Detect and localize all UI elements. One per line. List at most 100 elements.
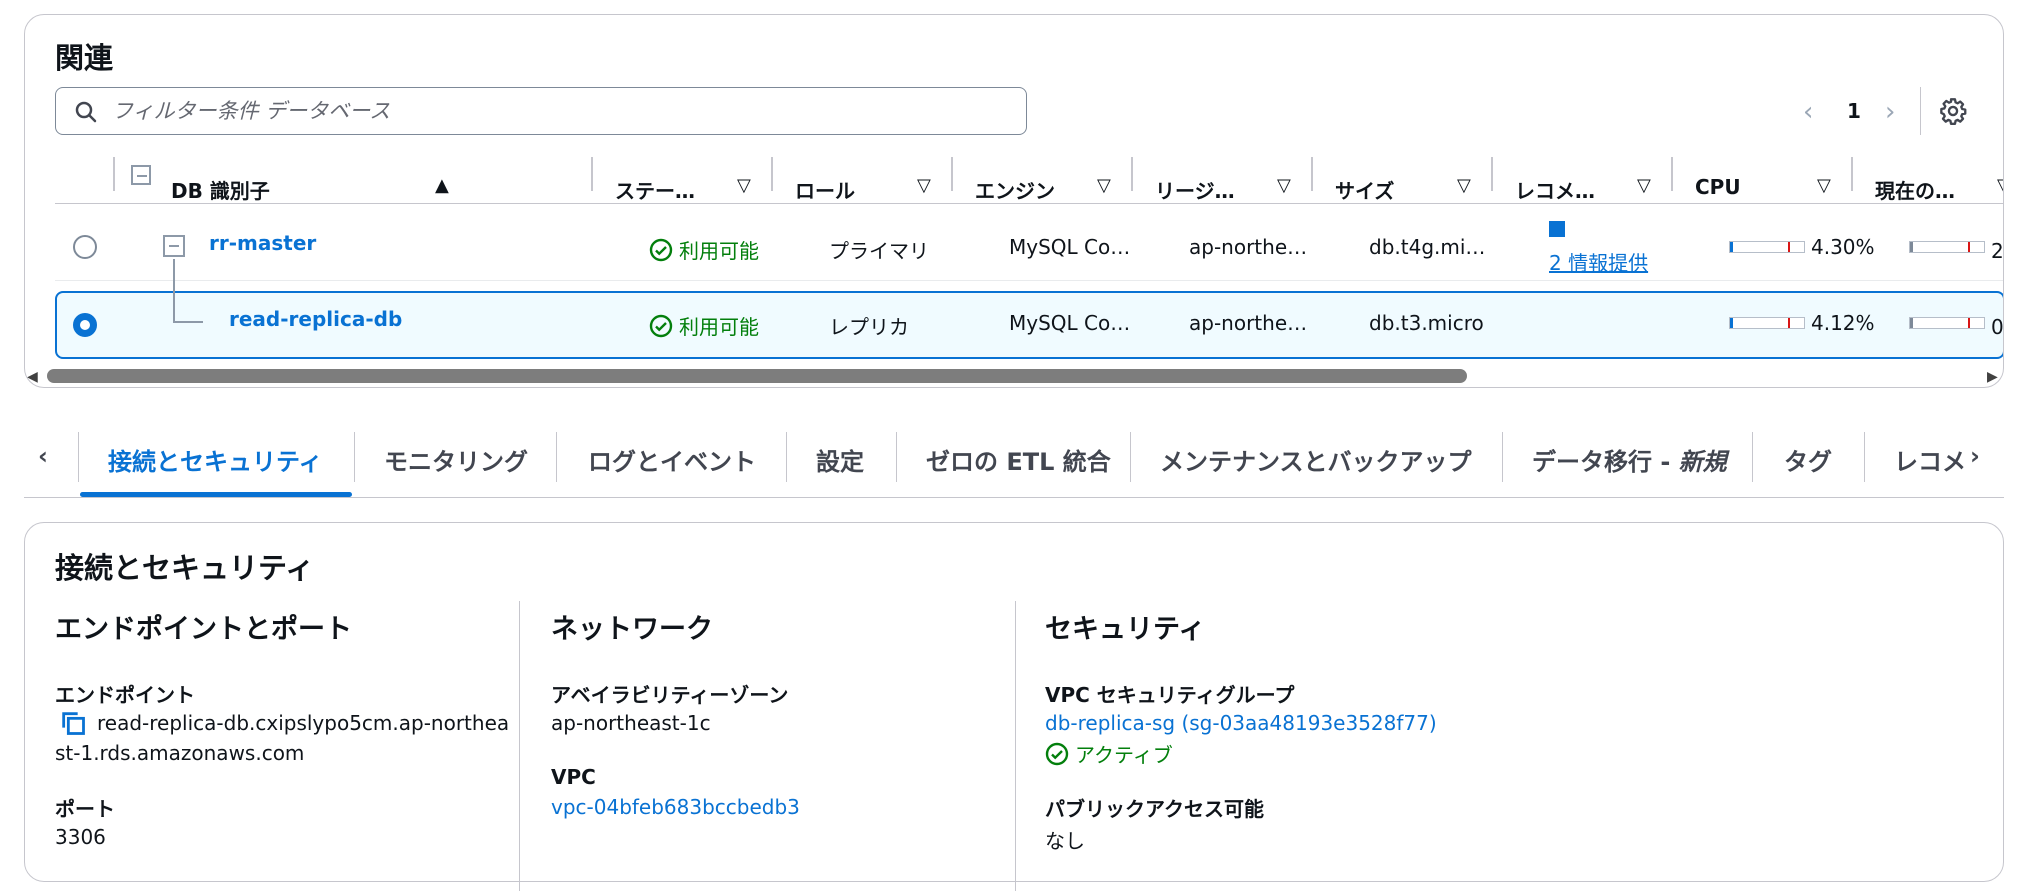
column-divider [951,157,953,191]
table-row-selected[interactable]: read-replica-db 利用可能 レプリカ MySQL Co… ap-n… [55,291,2003,359]
endpoint-value-line2: st-1.rds.amazonaws.com [55,741,305,765]
column-header-recommendation[interactable]: レコメ… ▽ [1501,159,1671,219]
tab-divider [78,432,79,482]
column-divider [1131,157,1133,191]
column-divider [519,601,520,891]
new-badge: 新規 [1678,448,1727,476]
region-cell: ap-northe… [1189,311,1308,335]
db-identifier-link[interactable]: read-replica-db [229,307,402,331]
vpc-label: VPC [551,765,596,789]
role-cell: レプリカ [829,315,909,339]
column-header-engine[interactable]: エンジン ▽ [961,159,1131,219]
column-divider [113,157,115,191]
cpu-usage-bar [1729,317,1805,329]
column-header-db-identifier[interactable]: DB 識別子 ▲ [157,159,457,219]
row-select-radio[interactable] [73,235,97,259]
column-divider [591,157,593,191]
port-label: ポート [55,797,115,821]
column-divider [1671,157,1673,191]
status-text: アクティブ [1075,743,1173,767]
vpc-link[interactable]: vpc-04bfeb683bccbedb3 [551,795,800,819]
success-check-icon [649,314,673,343]
table-header-border [55,203,2003,204]
active-tab-indicator [80,492,352,497]
size-cell: db.t3.micro [1369,311,1484,335]
tabs-scroll-right-icon[interactable]: › [1970,442,1980,470]
tab-tags[interactable]: タグ [1784,442,1832,477]
tab-data-migration[interactable]: データ移行 - 新規 [1532,442,1727,477]
tab-monitoring[interactable]: モニタリング [384,442,528,477]
column-header-cpu[interactable]: CPU ▽ [1681,159,1851,219]
column-divider [771,157,773,191]
column-label: 現在の… [1875,179,1955,203]
size-cell: db.t4g.mi… [1369,235,1486,259]
column-label: レコメ… [1515,179,1595,203]
tab-divider [786,432,787,482]
column-header-activity[interactable]: 現在の… ▽ [1861,159,2003,219]
column-header-region[interactable]: リージ… ▽ [1141,159,1311,219]
sort-icon: ▽ [1817,175,1831,196]
column-header-size[interactable]: サイズ ▽ [1321,159,1491,219]
tab-zero-etl[interactable]: ゼロの ETL 統合 [926,442,1111,477]
activity-bar [1909,241,1985,253]
search-input[interactable] [110,94,1010,128]
copy-icon[interactable] [59,709,87,737]
port-value: 3306 [55,825,106,849]
table-row[interactable]: rr-master 利用可能 プライマリ MySQL Co… ap-northe… [55,213,2003,291]
tab-recommendations[interactable]: レコメ [1894,442,1970,477]
horizontal-scrollbar-thumb[interactable] [47,369,1467,383]
column-divider [1851,157,1853,191]
cpu-value: 4.12% [1811,311,1875,335]
db-identifier-link[interactable]: rr-master [209,231,316,255]
tree-line [173,259,175,291]
gear-icon[interactable] [1939,97,1967,125]
recommendation-link[interactable]: 2 情報提供 [1549,247,1648,276]
column-label: ステー… [615,179,695,203]
column-label: リージ… [1155,179,1235,203]
panel-title: 接続とセキュリティ [55,551,315,585]
region-cell: ap-northe… [1189,235,1308,259]
column-label: CPU [1695,175,1741,199]
tab-connectivity-security[interactable]: 接続とセキュリティ [108,442,323,477]
sort-icon: ▽ [1637,175,1651,196]
tab-divider [556,432,557,482]
az-label: アベイラビリティーゾーン [551,683,789,707]
activity-bar [1909,317,1985,329]
column-header-role[interactable]: ロール ▽ [781,159,951,219]
engine-cell: MySQL Co… [1009,235,1131,259]
column-header-status[interactable]: ステー… ▽ [601,159,771,219]
column-label: サイズ [1335,179,1395,203]
cpu-usage-bar [1729,241,1805,253]
pager-divider [1920,87,1921,135]
tab-configuration[interactable]: 設定 [816,442,864,477]
tab-label: データ移行 - [1532,448,1679,476]
security-group-link[interactable]: db-replica-sg (sg-03aa48193e3528f77) [1045,711,1437,735]
tab-logs-events[interactable]: ログとイベント [588,442,756,477]
tabs-bar: ‹ 接続とセキュリティ モニタリング ログとイベント 設定 ゼロの ETL 統合… [24,420,2004,498]
column-divider [1491,157,1493,191]
page-number[interactable]: 1 [1847,99,1861,123]
scroll-left-arrow-icon[interactable]: ◀ [27,369,38,385]
collapse-all-icon[interactable] [131,165,151,185]
row-select-radio[interactable] [73,313,97,337]
sort-icon: ▽ [1997,175,2003,196]
search-box[interactable] [55,87,1027,135]
tree-collapse-icon[interactable] [163,235,185,257]
sort-ascending-icon: ▲ [435,175,449,196]
related-panel: 関連 ‹ 1 › DB 識別子 ▲ ステー… ▽ ロール ▽ エンジン ▽ リー… [24,14,2004,388]
security-group-label: VPC セキュリティグループ [1045,683,1295,707]
sort-icon: ▽ [737,175,751,196]
recommendation-info-icon [1549,221,1565,237]
next-page-icon[interactable]: › [1885,97,1895,127]
column-label: エンジン [975,179,1055,203]
success-check-icon [1045,742,1069,771]
security-section-title: セキュリティ [1045,614,1206,645]
tab-maintenance-backup[interactable]: メンテナンスとバックアップ [1160,442,1472,477]
prev-page-icon[interactable]: ‹ [1803,97,1813,127]
scroll-right-arrow-icon[interactable]: ▶ [1987,369,1998,385]
status-text: 利用可能 [679,315,759,339]
tabs-scroll-left-icon[interactable]: ‹ [38,442,48,470]
search-icon [75,101,97,123]
engine-cell: MySQL Co… [1009,311,1131,335]
tab-divider [354,432,355,482]
